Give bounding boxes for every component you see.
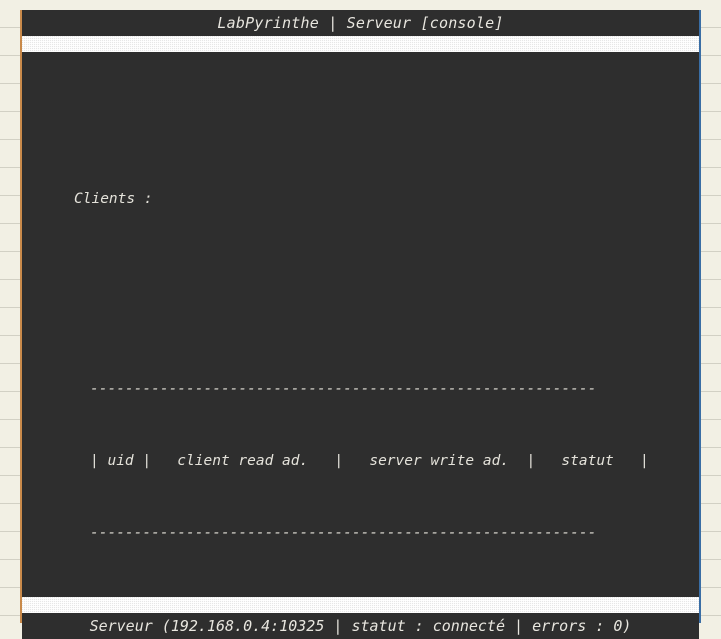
clients-heading: Clients : bbox=[74, 191, 153, 207]
table-separator-top: ----------------------------------------… bbox=[90, 381, 597, 397]
spacer-line bbox=[22, 262, 699, 280]
table-row: | uid0| 192.168.1.35:12593 | 192.168.0.4… bbox=[22, 596, 699, 597]
spacer-line bbox=[22, 118, 699, 136]
bottom-dither-separator bbox=[22, 597, 699, 613]
console-output-area[interactable]: Clients : ------------------------------… bbox=[22, 52, 699, 597]
table-header-row: | uid | client read ad. | server write a… bbox=[90, 453, 649, 469]
status-bar: Serveur (192.168.0.4:10325 | statut : co… bbox=[22, 613, 699, 639]
spacer-line bbox=[22, 316, 699, 326]
window-title: LabPyrinthe | Serveur [console] bbox=[22, 10, 699, 36]
terminal-window: LabPyrinthe | Serveur [console] Clients … bbox=[20, 10, 701, 639]
table-separator-header: ----------------------------------------… bbox=[90, 525, 597, 541]
top-dither-separator bbox=[22, 36, 699, 52]
desktop-backdrop: LabPyrinthe | Serveur [console] Clients … bbox=[0, 0, 721, 639]
